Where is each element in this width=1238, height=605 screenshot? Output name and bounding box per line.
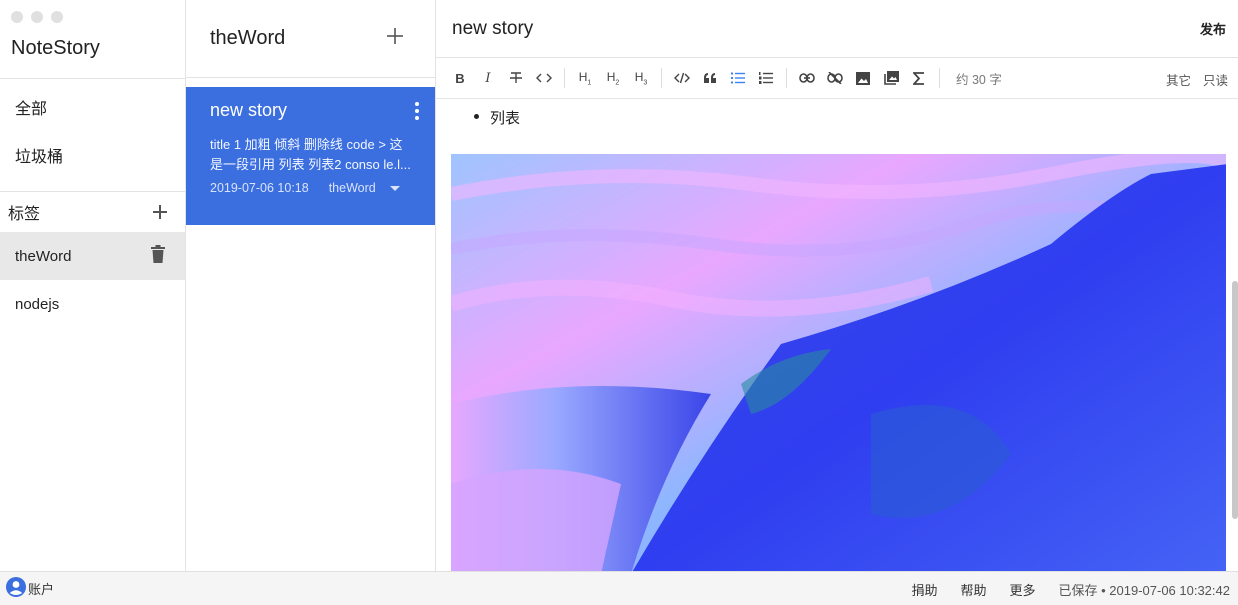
add-tag-icon[interactable] [153,205,167,219]
word-count: 约 30 字 [956,72,1002,87]
editor-scrollbar[interactable] [1232,281,1238,519]
image-gallery-icon[interactable] [877,64,905,92]
window-controls [11,11,63,23]
add-note-icon[interactable] [387,28,403,49]
trash-icon[interactable] [151,245,165,267]
tag-label: nodejs [15,295,60,313]
sidebar-item-tag-theword[interactable]: theWord [0,232,185,280]
app-title: NoteStory [11,37,100,59]
quote-icon[interactable] [696,64,724,92]
minimize-window-button[interactable] [31,11,43,23]
sidebar-nav: 全部 垃圾桶 [0,86,185,182]
tag-label: theWord [15,247,72,265]
strikethrough-icon[interactable] [502,64,530,92]
account-button[interactable]: 账户 [0,577,54,600]
status-bar: 账户 捐助 帮助 更多 已保存 • 2019-07-06 10:32:42 [0,571,1238,605]
more-vert-icon[interactable] [415,101,419,120]
sidebar-item-all[interactable]: 全部 [0,86,185,134]
tags-label: 标签 [8,206,41,223]
tag-list: theWord nodejs [0,232,185,328]
chevron-down-icon[interactable] [389,185,400,191]
toolbar-divider [564,68,565,88]
note-title: new story [210,100,288,120]
note-tag: theWord [328,181,376,195]
toolbar-divider [661,68,662,88]
editor-toolbar: B I H1 H2 H3 约 30 字 其它 只读 [436,58,1238,99]
code-inline-icon[interactable] [530,64,558,92]
close-window-button[interactable] [11,11,23,23]
notes-panel: theWord new story title 1 加粗 倾斜 删除线 code… [186,0,436,571]
save-status: 已保存 • 2019-07-06 10:32:42 [1058,582,1231,598]
toolbar-divider [786,68,787,88]
list-item: 列表 [473,107,520,128]
sigma-formula-icon[interactable] [905,64,933,92]
note-card[interactable]: new story title 1 加粗 倾斜 删除线 code > 这是一段引… [186,87,435,225]
code-block-icon[interactable] [668,64,696,92]
editor: new story 发布 B I H1 H2 H3 约 30 字 其它 只读 列… [436,0,1238,571]
heading-1-icon[interactable]: H1 [571,64,599,92]
account-icon [6,577,26,600]
readonly-toggle[interactable]: 只读 [1203,70,1228,89]
toolbar-divider [939,68,940,88]
numbered-list-icon[interactable] [752,64,780,92]
italic-icon[interactable]: I [474,64,502,92]
more-link[interactable]: 更多 [1009,580,1035,599]
sidebar-item-tag-nodejs[interactable]: nodejs [0,280,185,328]
note-date: 2019-07-06 10:18 [210,181,309,195]
sidebar-item-trash[interactable]: 垃圾桶 [0,134,185,182]
link-icon[interactable] [793,64,821,92]
heading-2-icon[interactable]: H2 [599,64,627,92]
help-link[interactable]: 帮助 [960,580,986,599]
other-menu-button[interactable]: 其它 [1166,70,1191,89]
unlink-icon[interactable] [821,64,849,92]
sidebar: NoteStory 全部 垃圾桶 标签 theWord nodejs [0,0,186,571]
tags-header: 标签 [0,192,185,232]
account-label: 账户 [28,582,55,597]
editor-content[interactable]: 列表 [436,99,1226,571]
editor-header: new story 发布 [436,0,1238,58]
heading-3-icon[interactable]: H3 [627,64,655,92]
app-window: NoteStory 全部 垃圾桶 标签 theWord nodejs theWo… [0,0,1238,605]
bold-icon[interactable]: B [446,64,474,92]
publish-button[interactable]: 发布 [1200,19,1226,38]
bullet-list-icon[interactable] [724,64,752,92]
notes-header: theWord [186,0,435,78]
embedded-image [451,154,1226,571]
donate-link[interactable]: 捐助 [911,580,937,599]
divider [0,78,185,79]
note-title-input[interactable]: new story [452,18,533,40]
zoom-window-button[interactable] [51,11,63,23]
image-icon[interactable] [849,64,877,92]
note-excerpt: title 1 加粗 倾斜 删除线 code > 这是一段引用 列表 列表2 c… [210,137,411,172]
notebook-title: theWord [210,27,286,49]
